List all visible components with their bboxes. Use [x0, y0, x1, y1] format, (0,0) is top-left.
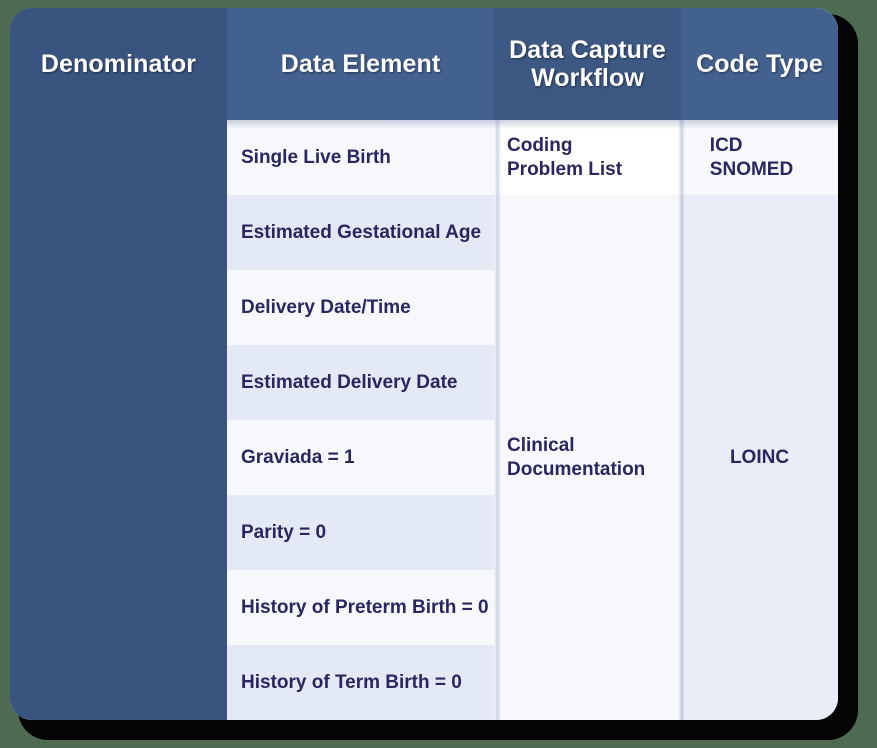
column-header-data-element: Data Element [227, 8, 494, 120]
code-type-cell-loinc[interactable]: LOINC [681, 195, 838, 720]
denominator-value [10, 120, 227, 720]
column-header-line1: Data Capture [509, 36, 666, 64]
column-data-capture-workflow: Data Capture Workflow Coding Problem Lis… [494, 8, 681, 720]
code-type-icd: ICD [709, 134, 743, 156]
data-capture-workflow-body: Coding Problem List Clinical Documentati… [494, 120, 681, 720]
data-element-label: Estimated Delivery Date [241, 371, 458, 393]
table-row[interactable]: Graviada = 1 [227, 420, 494, 495]
table-row[interactable]: History of Term Birth = 0 [227, 645, 494, 720]
table-row[interactable]: History of Preterm Birth = 0 [227, 570, 494, 645]
column-data-element: Data Element Single Live Birth Estimated… [227, 8, 494, 720]
data-element-label: Delivery Date/Time [241, 296, 411, 318]
data-element-label: Single Live Birth [241, 146, 391, 168]
code-type-body: ICD SNOMED LOINC [681, 120, 838, 720]
column-header-data-capture-workflow: Data Capture Workflow [494, 8, 681, 120]
data-element-label: Graviada = 1 [241, 446, 355, 468]
table-row[interactable]: Parity = 0 [227, 495, 494, 570]
data-element-label: History of Preterm Birth = 0 [241, 596, 489, 618]
table-row[interactable]: Delivery Date/Time [227, 270, 494, 345]
workflow-clinical-line2: Documentation [507, 458, 646, 480]
table-row[interactable]: Single Live Birth [227, 120, 494, 195]
column-code-type: Code Type ICD SNOMED LOINC [681, 8, 838, 720]
table-row[interactable]: Estimated Delivery Date [227, 345, 494, 420]
data-element-table: Denominator Data Element Single Live Bir… [10, 8, 838, 720]
code-type-cell-icd-snomed[interactable]: ICD SNOMED [681, 120, 838, 195]
workflow-clinical-line1: Clinical [507, 434, 575, 456]
data-element-label: History of Term Birth = 0 [241, 671, 462, 693]
column-header-code-type: Code Type [681, 8, 838, 120]
workflow-coding-line2: Problem List [507, 158, 623, 180]
code-type-loinc: LOINC [729, 446, 790, 468]
workflow-cell-clinical-documentation[interactable]: Clinical Documentation [494, 195, 681, 720]
data-element-label: Estimated Gestational Age [241, 221, 482, 243]
column-header-line2: Workflow [531, 64, 644, 92]
data-element-body: Single Live Birth Estimated Gestational … [227, 120, 494, 720]
workflow-coding-line1: Coding [507, 134, 573, 156]
column-denominator: Denominator [10, 8, 227, 720]
column-header-denominator: Denominator [10, 8, 227, 120]
denominator-body [10, 120, 227, 720]
code-type-snomed: SNOMED [709, 158, 794, 180]
table-stage: Denominator Data Element Single Live Bir… [0, 0, 877, 748]
data-element-label: Parity = 0 [241, 521, 327, 543]
workflow-cell-coding[interactable]: Coding Problem List [494, 120, 681, 195]
table-row[interactable]: Estimated Gestational Age [227, 195, 494, 270]
